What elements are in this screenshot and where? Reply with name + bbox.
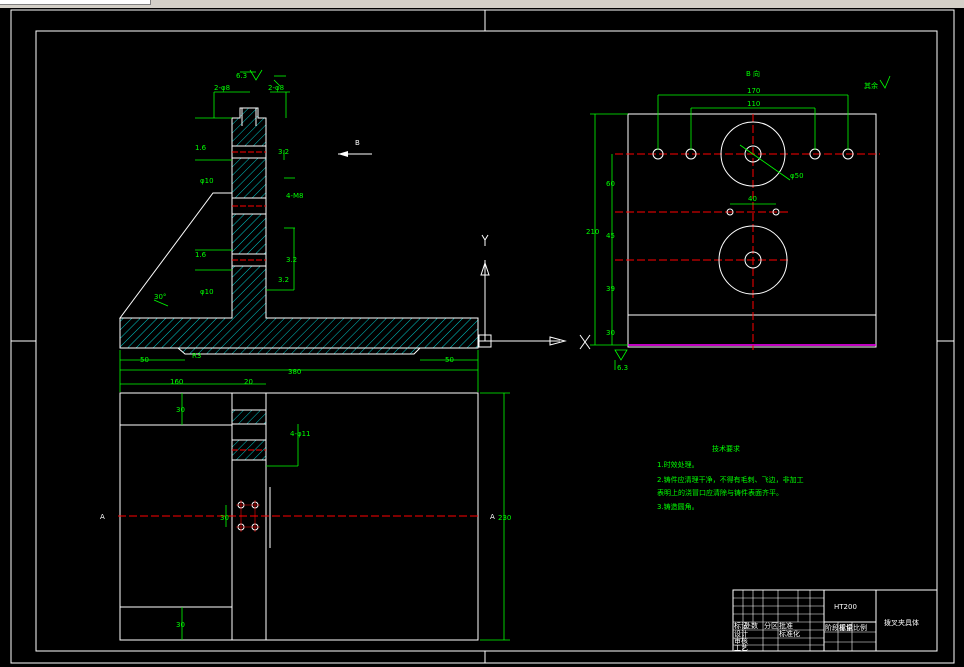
tech-req-title: 技术要求 bbox=[712, 444, 740, 453]
section-hatch bbox=[119, 154, 479, 355]
dim-30-a: 30 bbox=[176, 406, 185, 414]
tb-label-scale: 比例 bbox=[853, 623, 867, 632]
tech-req-line-1: 1.时效处理。 bbox=[657, 460, 699, 469]
cad-drawing-canvas[interactable]: 50 50 380 R3 30° 2-φ8 2-φ8 6.3 1.6 1.6 3… bbox=[0, 8, 964, 667]
dim-phi50: φ50 bbox=[790, 172, 804, 180]
tech-req-line-4: 3.铸造圆角。 bbox=[657, 502, 699, 511]
tb-label-approve: 批准 bbox=[779, 621, 793, 630]
dim-60: 60 bbox=[606, 180, 615, 188]
tb-label-count: 处数 bbox=[744, 621, 758, 630]
view-b: B 向 其余 170 110 40 210 60 45 39 30 φ50 6.… bbox=[586, 69, 891, 372]
dim-hole-a: 2-φ8 bbox=[214, 84, 230, 92]
roughness-top: 6.3 bbox=[236, 72, 247, 80]
tb-label-process: 工艺 bbox=[734, 644, 748, 652]
view-b-label: B bbox=[355, 139, 360, 147]
view-b-dimensions bbox=[590, 75, 891, 370]
dim-r: R3 bbox=[192, 352, 201, 360]
dim-39: 39 bbox=[606, 285, 615, 293]
dim-20: 20 bbox=[244, 378, 253, 386]
dim-170: 170 bbox=[747, 87, 760, 95]
roughness-1-6-b: 1.6 bbox=[195, 251, 207, 259]
thread-callout-1: φ10 bbox=[200, 177, 214, 185]
tb-label-weight: 重量 bbox=[839, 624, 853, 632]
roughness-1-6-a: 1.6 bbox=[195, 144, 207, 152]
technical-requirements: 技术要求 1.时效处理。 2.铸件应清理干净，不得有毛刺、飞边，非加工 表明上的… bbox=[657, 444, 804, 511]
dim-380: 380 bbox=[288, 368, 301, 376]
dim-160: 160 bbox=[170, 378, 183, 386]
gusset-rib bbox=[119, 192, 233, 319]
tb-label-zone: 分区 bbox=[764, 621, 778, 630]
section-a-left: A bbox=[100, 513, 105, 521]
view-b-outline bbox=[627, 113, 877, 348]
material-label: HT200 bbox=[834, 603, 857, 611]
dim-30-c: 30 bbox=[220, 514, 229, 522]
drawing-tab[interactable] bbox=[0, 0, 151, 5]
thread-callout-2: φ10 bbox=[200, 288, 214, 296]
dim-30: 30 bbox=[606, 329, 615, 337]
dim-40: 40 bbox=[748, 195, 757, 203]
dim-110: 110 bbox=[747, 100, 760, 108]
drawing-name: 拨叉夹具体 bbox=[884, 618, 919, 627]
dim-45: 45 bbox=[606, 232, 615, 240]
section-a-right: A bbox=[490, 513, 495, 521]
ucs-icon bbox=[478, 234, 591, 350]
roughness-3-2-a: 3.2 bbox=[278, 148, 289, 156]
dim-30-b: 30 bbox=[176, 621, 185, 629]
view-b-title: B 向 bbox=[746, 69, 760, 78]
roughness-bottom: 6.3 bbox=[617, 364, 628, 372]
dim-50-left: 50 bbox=[140, 356, 149, 364]
tech-req-line-2: 2.铸件应清理干净，不得有毛刺、飞边，非加工 bbox=[657, 475, 804, 484]
front-view: 50 50 380 R3 30° 2-φ8 2-φ8 6.3 1.6 1.6 3… bbox=[119, 69, 479, 392]
tech-req-line-3: 表明上的浇冒口应清除与铸件表面齐平。 bbox=[657, 488, 783, 497]
dim-4-phi11: 4-φ11 bbox=[290, 430, 311, 438]
title-block: HT200 拨叉夹具体 标记 处数 设计 审核 工艺 批准 分区 标准化 阶段标… bbox=[732, 589, 938, 652]
top-view-dimensions bbox=[120, 383, 510, 641]
top-view: 160 20 30 30 30 230 4-φ11 A A bbox=[100, 378, 511, 641]
dim-4-m8: 4-M8 bbox=[286, 192, 303, 200]
roughness-other: 其余 bbox=[864, 81, 878, 90]
tb-label-standard: 标准化 bbox=[779, 629, 800, 638]
roughness-3-2-b: 3.2 bbox=[278, 276, 289, 284]
roughness-3-2-c: 3.2 bbox=[286, 256, 297, 264]
dim-230: 230 bbox=[498, 514, 511, 522]
dim-210: 210 bbox=[586, 228, 599, 236]
dim-50-right: 50 bbox=[445, 356, 454, 364]
dim-angle: 30° bbox=[154, 293, 166, 301]
window-titlebar bbox=[0, 0, 964, 8]
dim-hole-b: 2-φ8 bbox=[268, 84, 284, 92]
